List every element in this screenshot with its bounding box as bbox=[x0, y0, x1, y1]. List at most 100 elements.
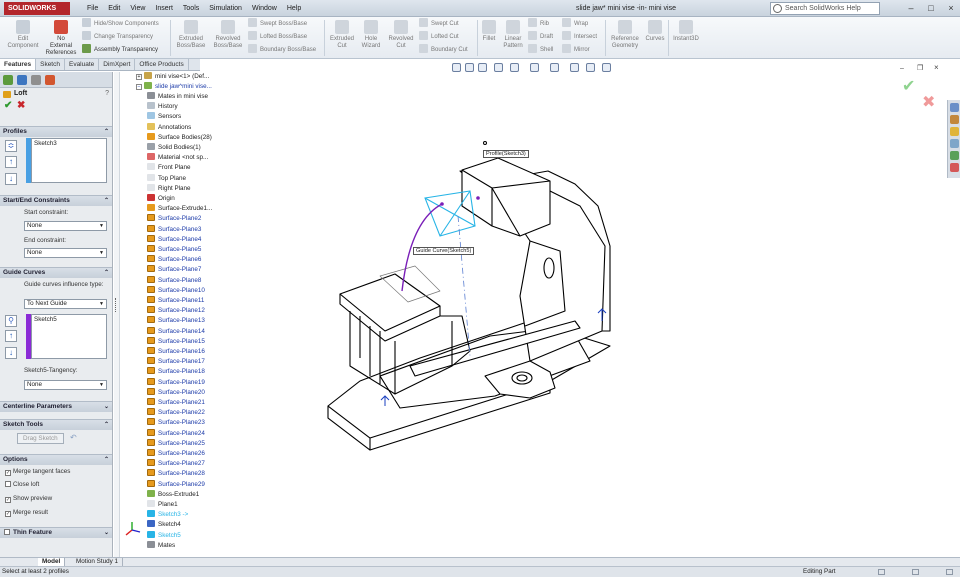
display-style-icon[interactable] bbox=[530, 63, 539, 72]
tree-item[interactable]: Mates in mini vise bbox=[147, 92, 208, 102]
tree-item[interactable]: Surface-Plane17 bbox=[147, 357, 205, 367]
menu-edit[interactable]: Edit bbox=[103, 0, 125, 17]
revolved-cut-button[interactable]: Revolved Cut bbox=[385, 20, 417, 50]
viewport-minimize-button[interactable]: – bbox=[900, 65, 904, 72]
previous-view-icon[interactable] bbox=[478, 63, 487, 72]
extruded-boss-button[interactable]: Extruded Boss/Base bbox=[173, 20, 209, 50]
menu-view[interactable]: View bbox=[125, 0, 150, 17]
minimize-button[interactable]: – bbox=[904, 1, 918, 15]
extruded-cut-button[interactable]: Extruded Cut bbox=[327, 20, 357, 50]
feature-tree-icon[interactable] bbox=[3, 75, 13, 85]
tab-dimxpert[interactable]: DimXpert bbox=[99, 59, 136, 70]
instant3d-button[interactable]: Instant3D bbox=[670, 20, 702, 43]
tree-item[interactable]: Sketch3 -> bbox=[147, 510, 188, 520]
move-up-button[interactable]: ↑ bbox=[5, 156, 17, 168]
solidworks-logo[interactable]: SOLIDWORKS bbox=[4, 2, 70, 15]
tree-item[interactable]: Top Plane bbox=[147, 173, 186, 184]
cancel-x-icon[interactable]: ✖ bbox=[17, 100, 25, 111]
viewport-restore-button[interactable]: ❐ bbox=[917, 64, 923, 72]
help-icon[interactable]: ? bbox=[105, 88, 109, 100]
tree-item[interactable]: Surface-Plane4 bbox=[147, 234, 201, 245]
guide-curve-item[interactable]: Sketch5 bbox=[34, 316, 104, 323]
menu-simulation[interactable]: Simulation bbox=[204, 0, 247, 17]
no-external-references-button[interactable]: No External References bbox=[44, 20, 78, 57]
tab-features[interactable]: Features bbox=[0, 59, 37, 70]
edit-component-button[interactable]: Edit Component bbox=[3, 20, 43, 50]
tree-item[interactable]: Surface-Plane22 bbox=[147, 408, 205, 418]
tree-item[interactable]: Surface-Plane28 bbox=[147, 469, 205, 479]
zoom-to-fit-icon[interactable] bbox=[452, 63, 461, 72]
restore-button[interactable]: □ bbox=[924, 1, 938, 15]
guide-curves-section-header[interactable]: Guide Curves ⌃ bbox=[0, 267, 112, 278]
menu-tools[interactable]: Tools bbox=[178, 0, 204, 17]
tree-item-mini-vise[interactable]: + mini vise<1> (Def... bbox=[136, 72, 209, 82]
apply-scene-icon[interactable] bbox=[586, 63, 595, 72]
draft-button[interactable]: Draft bbox=[528, 31, 553, 43]
tree-item[interactable]: Surface-Plane7 bbox=[147, 265, 201, 275]
tree-item[interactable]: Surface-Plane10 bbox=[147, 285, 205, 296]
tree-item[interactable]: Surface-Plane15 bbox=[147, 336, 205, 347]
tree-item[interactable]: Surface-Plane19 bbox=[147, 377, 205, 388]
tree-item[interactable]: Material <not sp... bbox=[147, 153, 208, 163]
tree-item[interactable]: Annotations bbox=[147, 122, 191, 133]
tree-item[interactable]: Mates bbox=[147, 540, 175, 551]
tree-item[interactable]: Surface-Plane5 bbox=[147, 245, 201, 255]
guide-curve-callout[interactable]: Guide Curve(Sketch5) bbox=[413, 247, 475, 255]
tab-evaluate[interactable]: Evaluate bbox=[65, 59, 100, 70]
tangency-select[interactable]: None ▼ bbox=[24, 380, 107, 390]
tab-office-products[interactable]: Office Products bbox=[135, 59, 189, 70]
tree-item[interactable]: Surface-Plane3 bbox=[147, 224, 201, 235]
view-orientation-icon[interactable] bbox=[510, 63, 519, 72]
ok-checkmark-icon[interactable]: ✔ bbox=[4, 100, 12, 111]
end-constraint-select[interactable]: None ▼ bbox=[24, 248, 107, 258]
hide-show-items-icon[interactable] bbox=[550, 63, 559, 72]
tree-item[interactable]: Surface-Plane21 bbox=[147, 398, 205, 408]
tree-item[interactable]: Boss-Extrude1 bbox=[147, 489, 199, 500]
search-input[interactable]: Search SolidWorks Help bbox=[770, 2, 880, 15]
lofted-boss-button[interactable]: Lofted Boss/Base bbox=[248, 31, 307, 43]
tree-item[interactable]: Surface-Plane23 bbox=[147, 418, 205, 428]
tree-item[interactable]: Sketch5 bbox=[147, 530, 181, 541]
tree-item[interactable]: Surface-Plane6 bbox=[147, 255, 201, 265]
rib-button[interactable]: Rib bbox=[528, 18, 549, 30]
appearance-icon[interactable] bbox=[45, 75, 55, 85]
viewport-close-button[interactable]: × bbox=[934, 63, 939, 72]
solidworks-resources-icon[interactable] bbox=[950, 103, 959, 112]
intersect-button[interactable]: Intersect bbox=[562, 31, 597, 43]
fillet-button[interactable]: Fillet bbox=[479, 20, 499, 43]
guide-curves-list[interactable]: Sketch5 bbox=[31, 314, 107, 359]
units-icon[interactable] bbox=[878, 569, 885, 575]
profile-callout[interactable]: Profile(Sketch3) bbox=[483, 150, 529, 158]
graphics-area[interactable] bbox=[230, 76, 870, 496]
menu-file[interactable]: File bbox=[82, 0, 103, 17]
options-section-header[interactable]: Options ⌃ bbox=[0, 454, 112, 465]
revolved-boss-button[interactable]: Revolved Boss/Base bbox=[210, 20, 246, 50]
close-loft-checkbox[interactable]: Close loft bbox=[5, 481, 39, 488]
profiles-list[interactable]: Sketch3 bbox=[31, 138, 107, 183]
curves-button[interactable]: Curves bbox=[643, 20, 667, 43]
edit-appearance-icon[interactable] bbox=[570, 63, 579, 72]
tree-item[interactable]: Origin bbox=[147, 194, 175, 204]
guide-move-down-button[interactable]: ↓ bbox=[5, 347, 17, 359]
close-button[interactable]: × bbox=[944, 1, 958, 15]
tree-item[interactable]: Surface-Plane26 bbox=[147, 449, 205, 459]
tab-sketch[interactable]: Sketch bbox=[36, 59, 65, 70]
guide-move-up-button[interactable]: ↑ bbox=[5, 330, 17, 342]
property-manager-icon[interactable] bbox=[17, 75, 27, 85]
panel-splitter[interactable] bbox=[114, 72, 120, 564]
section-view-icon[interactable] bbox=[494, 63, 503, 72]
confirm-cancel-icon[interactable]: ✖ bbox=[922, 92, 935, 112]
mirror-button[interactable]: Mirror bbox=[562, 44, 590, 56]
rebuild-icon[interactable] bbox=[912, 569, 919, 575]
tree-item[interactable]: Surface-Plane2 bbox=[147, 214, 201, 224]
menu-help[interactable]: Help bbox=[282, 0, 306, 17]
tree-item[interactable]: Solid Bodies(1) bbox=[147, 143, 201, 153]
tree-item[interactable]: Front Plane bbox=[147, 163, 191, 173]
profiles-section-header[interactable]: Profiles ⌃ bbox=[0, 126, 112, 137]
boundary-boss-button[interactable]: Boundary Boss/Base bbox=[248, 44, 316, 56]
sketch-tools-section-header[interactable]: Sketch Tools ⌃ bbox=[0, 419, 112, 430]
tree-item[interactable]: Surface Bodies(28) bbox=[147, 132, 212, 143]
tree-item-slide-jaw[interactable]: − slide jaw^mini vise... bbox=[136, 82, 212, 92]
tree-item[interactable]: Surface-Plane14 bbox=[147, 326, 205, 337]
tree-item[interactable]: Surface-Plane20 bbox=[147, 387, 205, 398]
